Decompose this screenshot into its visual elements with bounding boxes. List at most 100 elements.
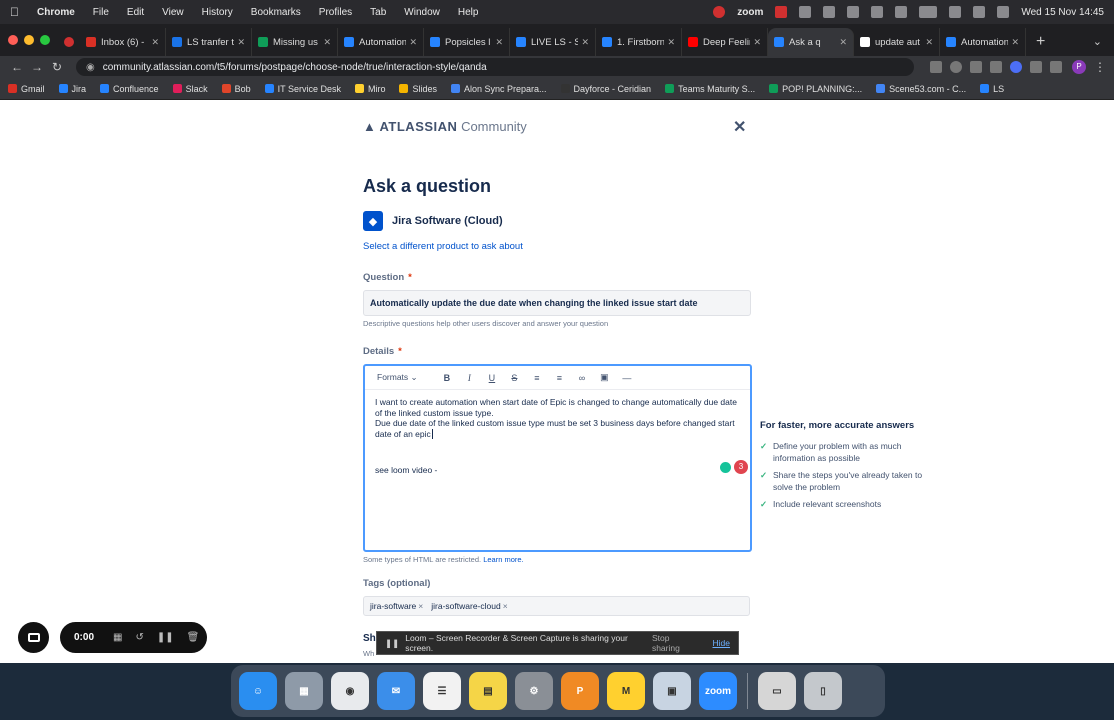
forward-icon[interactable]: → [28,60,46,74]
zoom-tray-label[interactable]: zoom [737,7,763,18]
menu-chrome[interactable]: Chrome [37,7,75,18]
restart-icon[interactable]: ↺ [135,632,143,643]
dock-notes-icon[interactable]: ▤ [469,672,507,710]
horizontal-rule-icon[interactable]: — [616,373,639,383]
browser-tab[interactable]: LIVE LS - S ✕ [510,28,596,56]
tray-icon-1[interactable] [799,6,812,18]
menu-view[interactable]: View [162,7,184,18]
menu-edit[interactable]: Edit [127,7,144,18]
link-icon[interactable]: ∞ [571,373,594,383]
close-tab-icon[interactable]: ✕ [237,37,245,48]
url-field[interactable]: ◉ community.atlassian.com/t5/forums/post… [76,58,914,76]
browser-tab[interactable]: Deep Feelin ✕ [682,28,768,56]
stop-sharing-button[interactable]: Stop sharing [652,633,699,653]
bookmark-item[interactable]: Dayforce - Ceridian [560,84,651,94]
dock-zoom-icon[interactable]: zoom [699,672,737,710]
close-icon[interactable]: ✕ [733,117,746,137]
mic-icon[interactable] [930,61,942,73]
extensions-puzzle-icon[interactable] [1030,61,1042,73]
browser-tab[interactable]: Automation ✕ [940,28,1026,56]
image-icon[interactable]: ▣ [593,372,616,383]
menu-profiles[interactable]: Profiles [319,7,352,18]
delete-icon[interactable]: 🗑 [187,632,200,643]
clock[interactable]: Wed 15 Nov 14:45 [1021,7,1104,18]
loom-tray-icon[interactable] [775,6,788,18]
tray-icon-3[interactable] [847,6,860,18]
hide-banner-button[interactable]: Hide [713,638,730,648]
close-tab-icon[interactable]: ✕ [409,37,417,48]
close-tab-icon[interactable]: ✕ [667,37,675,48]
italic-icon[interactable]: I [458,373,481,383]
tab-record-icon[interactable] [64,37,74,47]
browser-tab[interactable]: 1. Firstborn ✕ [596,28,682,56]
close-tab-icon[interactable]: ✕ [495,37,503,48]
extension-icon[interactable] [1010,61,1022,73]
close-window-icon[interactable] [8,35,18,45]
bookmark-item[interactable]: Slides [399,84,437,94]
bold-icon[interactable]: B [436,373,459,383]
browser-tab[interactable]: update aut ✕ [854,28,940,56]
zoom-window-icon[interactable] [40,35,50,45]
bookmark-item[interactable]: IT Service Desk [264,84,341,94]
question-input[interactable]: Automatically update the due date when c… [363,290,751,316]
strikethrough-icon[interactable]: S [503,373,526,383]
details-editor[interactable]: Formats ⌄ B I U S ≡ ≡ ∞ ▣ — I want to cr… [363,364,752,552]
remove-tag-icon[interactable]: × [503,601,508,611]
profile-avatar[interactable]: P [1072,60,1086,74]
bookmark-item[interactable]: Gmail [8,84,45,94]
input-source-icon[interactable] [895,6,908,18]
side-panel-icon[interactable] [1050,61,1062,73]
chrome-menu-icon[interactable]: ⋮ [1094,60,1106,74]
close-tab-icon[interactable]: ✕ [151,37,159,48]
site-info-icon[interactable]: ◉ [86,62,95,73]
dock-miro-icon[interactable]: M [607,672,645,710]
bookmark-item[interactable]: Jira [58,84,86,94]
dock-downloads-icon[interactable]: ▭ [758,672,796,710]
grammarly-icon[interactable] [720,461,731,473]
menu-file[interactable]: File [93,7,109,18]
menu-history[interactable]: History [202,7,233,18]
close-tab-icon[interactable]: ✕ [753,37,761,48]
dock-trash-icon[interactable]: ▯ [804,672,842,710]
dock-preview-icon[interactable]: ▣ [653,672,691,710]
bookmark-item[interactable]: Alon Sync Prepara... [450,84,547,94]
menu-tab[interactable]: Tab [370,7,386,18]
search-icon[interactable] [973,6,986,18]
bookmark-item[interactable]: Slack [172,84,208,94]
bookmark-item[interactable]: LS [980,84,1004,94]
menu-bookmarks[interactable]: Bookmarks [251,7,301,18]
headphones-icon[interactable] [871,6,884,18]
minimize-window-icon[interactable] [24,35,34,45]
dock-finder-icon[interactable]: ☺ [239,672,277,710]
bookmark-item[interactable]: Scene53.com - C... [876,84,966,94]
browser-tab[interactable]: Ask a q ✕ [768,28,854,56]
grammarly-widget[interactable]: 3 [720,460,748,474]
dock-mail-icon[interactable]: ✉ [377,672,415,710]
menu-help[interactable]: Help [458,7,479,18]
menu-window[interactable]: Window [404,7,440,18]
editor-content[interactable]: I want to create automation when start d… [365,390,750,483]
grammarly-count-badge[interactable]: 3 [734,460,748,474]
google-lens-icon[interactable] [950,61,962,73]
formats-dropdown[interactable]: Formats ⌄ [377,372,418,383]
close-tab-icon[interactable]: ✕ [839,37,847,48]
dock-launchpad-icon[interactable]: ▦ [285,672,323,710]
close-tab-icon[interactable]: ✕ [581,37,589,48]
bookmark-item[interactable]: POP! PLANNING:... [769,84,862,94]
battery-icon[interactable] [919,6,938,18]
new-tab-button[interactable]: + [1036,28,1045,56]
tags-input[interactable]: jira-software × jira-software-cloud × [363,596,750,616]
bookmark-item[interactable]: Bob [221,84,251,94]
dock-pasta-icon[interactable]: P [561,672,599,710]
loom-camera-button[interactable] [18,622,49,653]
apple-menu-icon[interactable]:  [10,5,19,19]
control-center-icon[interactable] [997,6,1010,18]
back-icon[interactable]: ← [8,60,26,74]
reload-icon[interactable]: ↻ [48,60,66,74]
remove-tag-icon[interactable]: × [418,601,423,611]
share-icon[interactable] [970,61,982,73]
bookmark-star-icon[interactable] [990,61,1002,73]
numbered-list-icon[interactable]: ≡ [548,373,571,383]
close-tab-icon[interactable]: ✕ [323,37,331,48]
bullet-list-icon[interactable]: ≡ [526,373,549,383]
